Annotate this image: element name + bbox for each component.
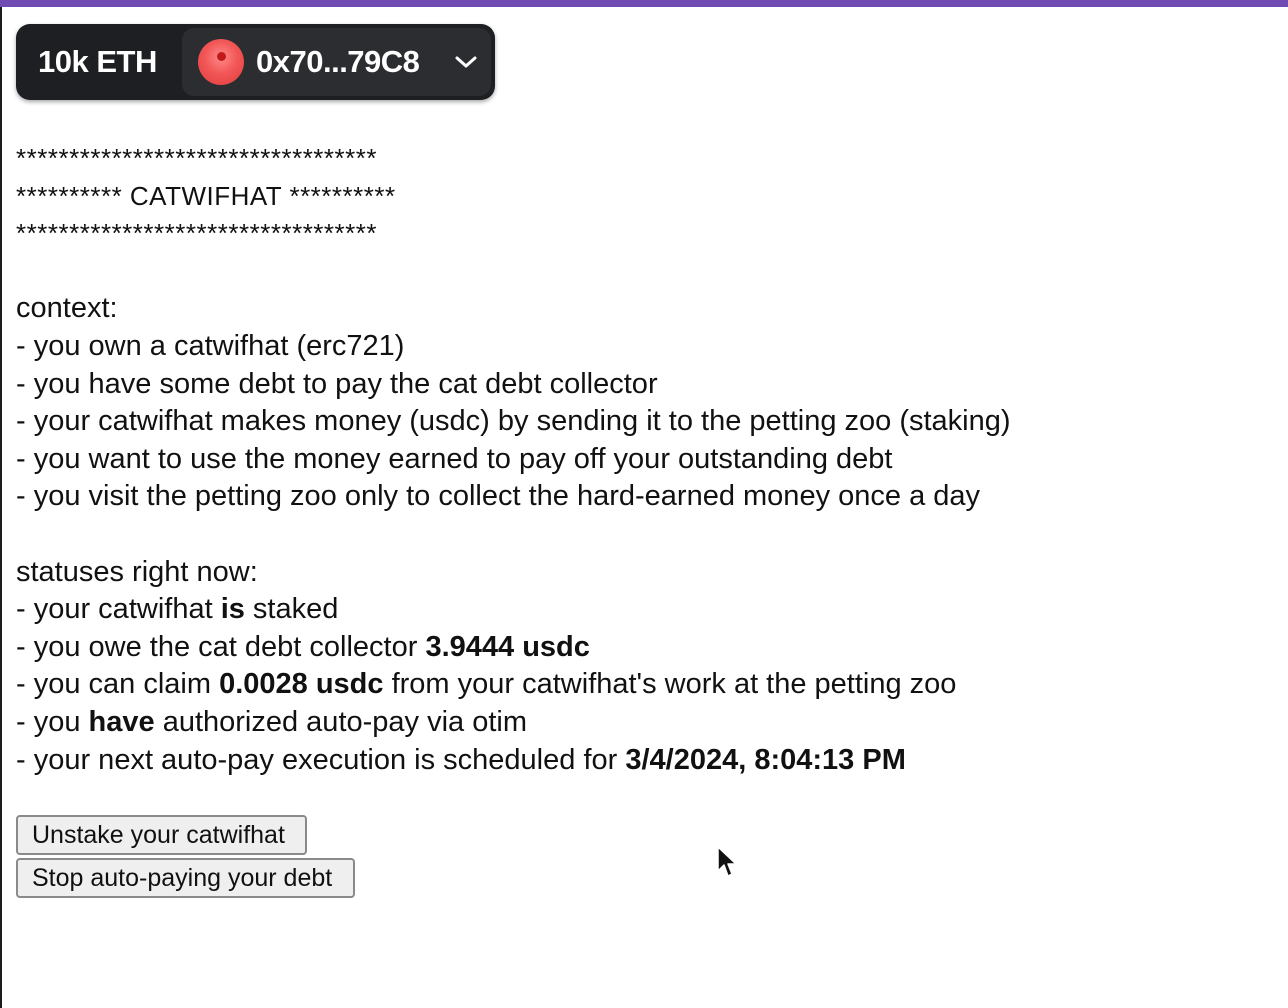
action-buttons: Unstake your catwifhat Stop auto-paying … [16, 815, 355, 901]
banner-line-bottom: ********************************** [16, 218, 378, 249]
wallet-balance: 10k ETH [38, 44, 157, 79]
banner-line-top: ********************************** [16, 143, 378, 173]
context-item: - you have some debt to pay the cat debt… [16, 367, 658, 400]
debt-amount: 3.9444 usdc [425, 630, 590, 663]
claimable-amount: 0.0028 usdc [219, 668, 384, 701]
mouse-pointer-icon [717, 846, 737, 877]
staked-state: is [220, 593, 245, 626]
next-execution-time: 3/4/2024, 8:04:13 PM [625, 743, 906, 776]
account-button[interactable]: 0x70...79C8 [182, 28, 491, 96]
banner-title: ********** CATWIFHAT ********** [16, 180, 396, 211]
context-item: - you visit the petting zoo only to coll… [16, 480, 981, 513]
status-claimable: - you can claim 0.0028 usdc from your ca… [16, 668, 957, 701]
context-item: - you own a catwifhat (erc721) [16, 329, 405, 362]
stop-autopay-button[interactable]: Stop auto-paying your debt [16, 858, 355, 898]
top-accent-bar [0, 0, 1288, 7]
chevron-down-icon [455, 56, 477, 68]
autopay-state: have [88, 705, 155, 738]
status-autopay: - you have authorized auto-pay via otim [16, 705, 528, 738]
unstake-button[interactable]: Unstake your catwifhat [16, 815, 307, 855]
status-next-execution: - your next auto-pay execution is schedu… [16, 743, 906, 776]
context-heading: context: [16, 292, 118, 325]
statuses-heading: statuses right now: [16, 555, 258, 588]
status-debt-owed: - you owe the cat debt collector 3.9444 … [16, 630, 590, 663]
account-avatar [198, 39, 244, 85]
account-address: 0x70...79C8 [256, 44, 420, 79]
wallet-widget: 10k ETH 0x70...79C8 [16, 24, 495, 100]
main-content: ********************************** *****… [16, 140, 1276, 779]
context-item: - your catwifhat makes money (usdc) by s… [16, 405, 1011, 438]
context-item: - you want to use the money earned to pa… [16, 442, 893, 475]
window-left-edge [0, 7, 2, 1008]
status-staked: - your catwifhat is staked [16, 593, 339, 626]
